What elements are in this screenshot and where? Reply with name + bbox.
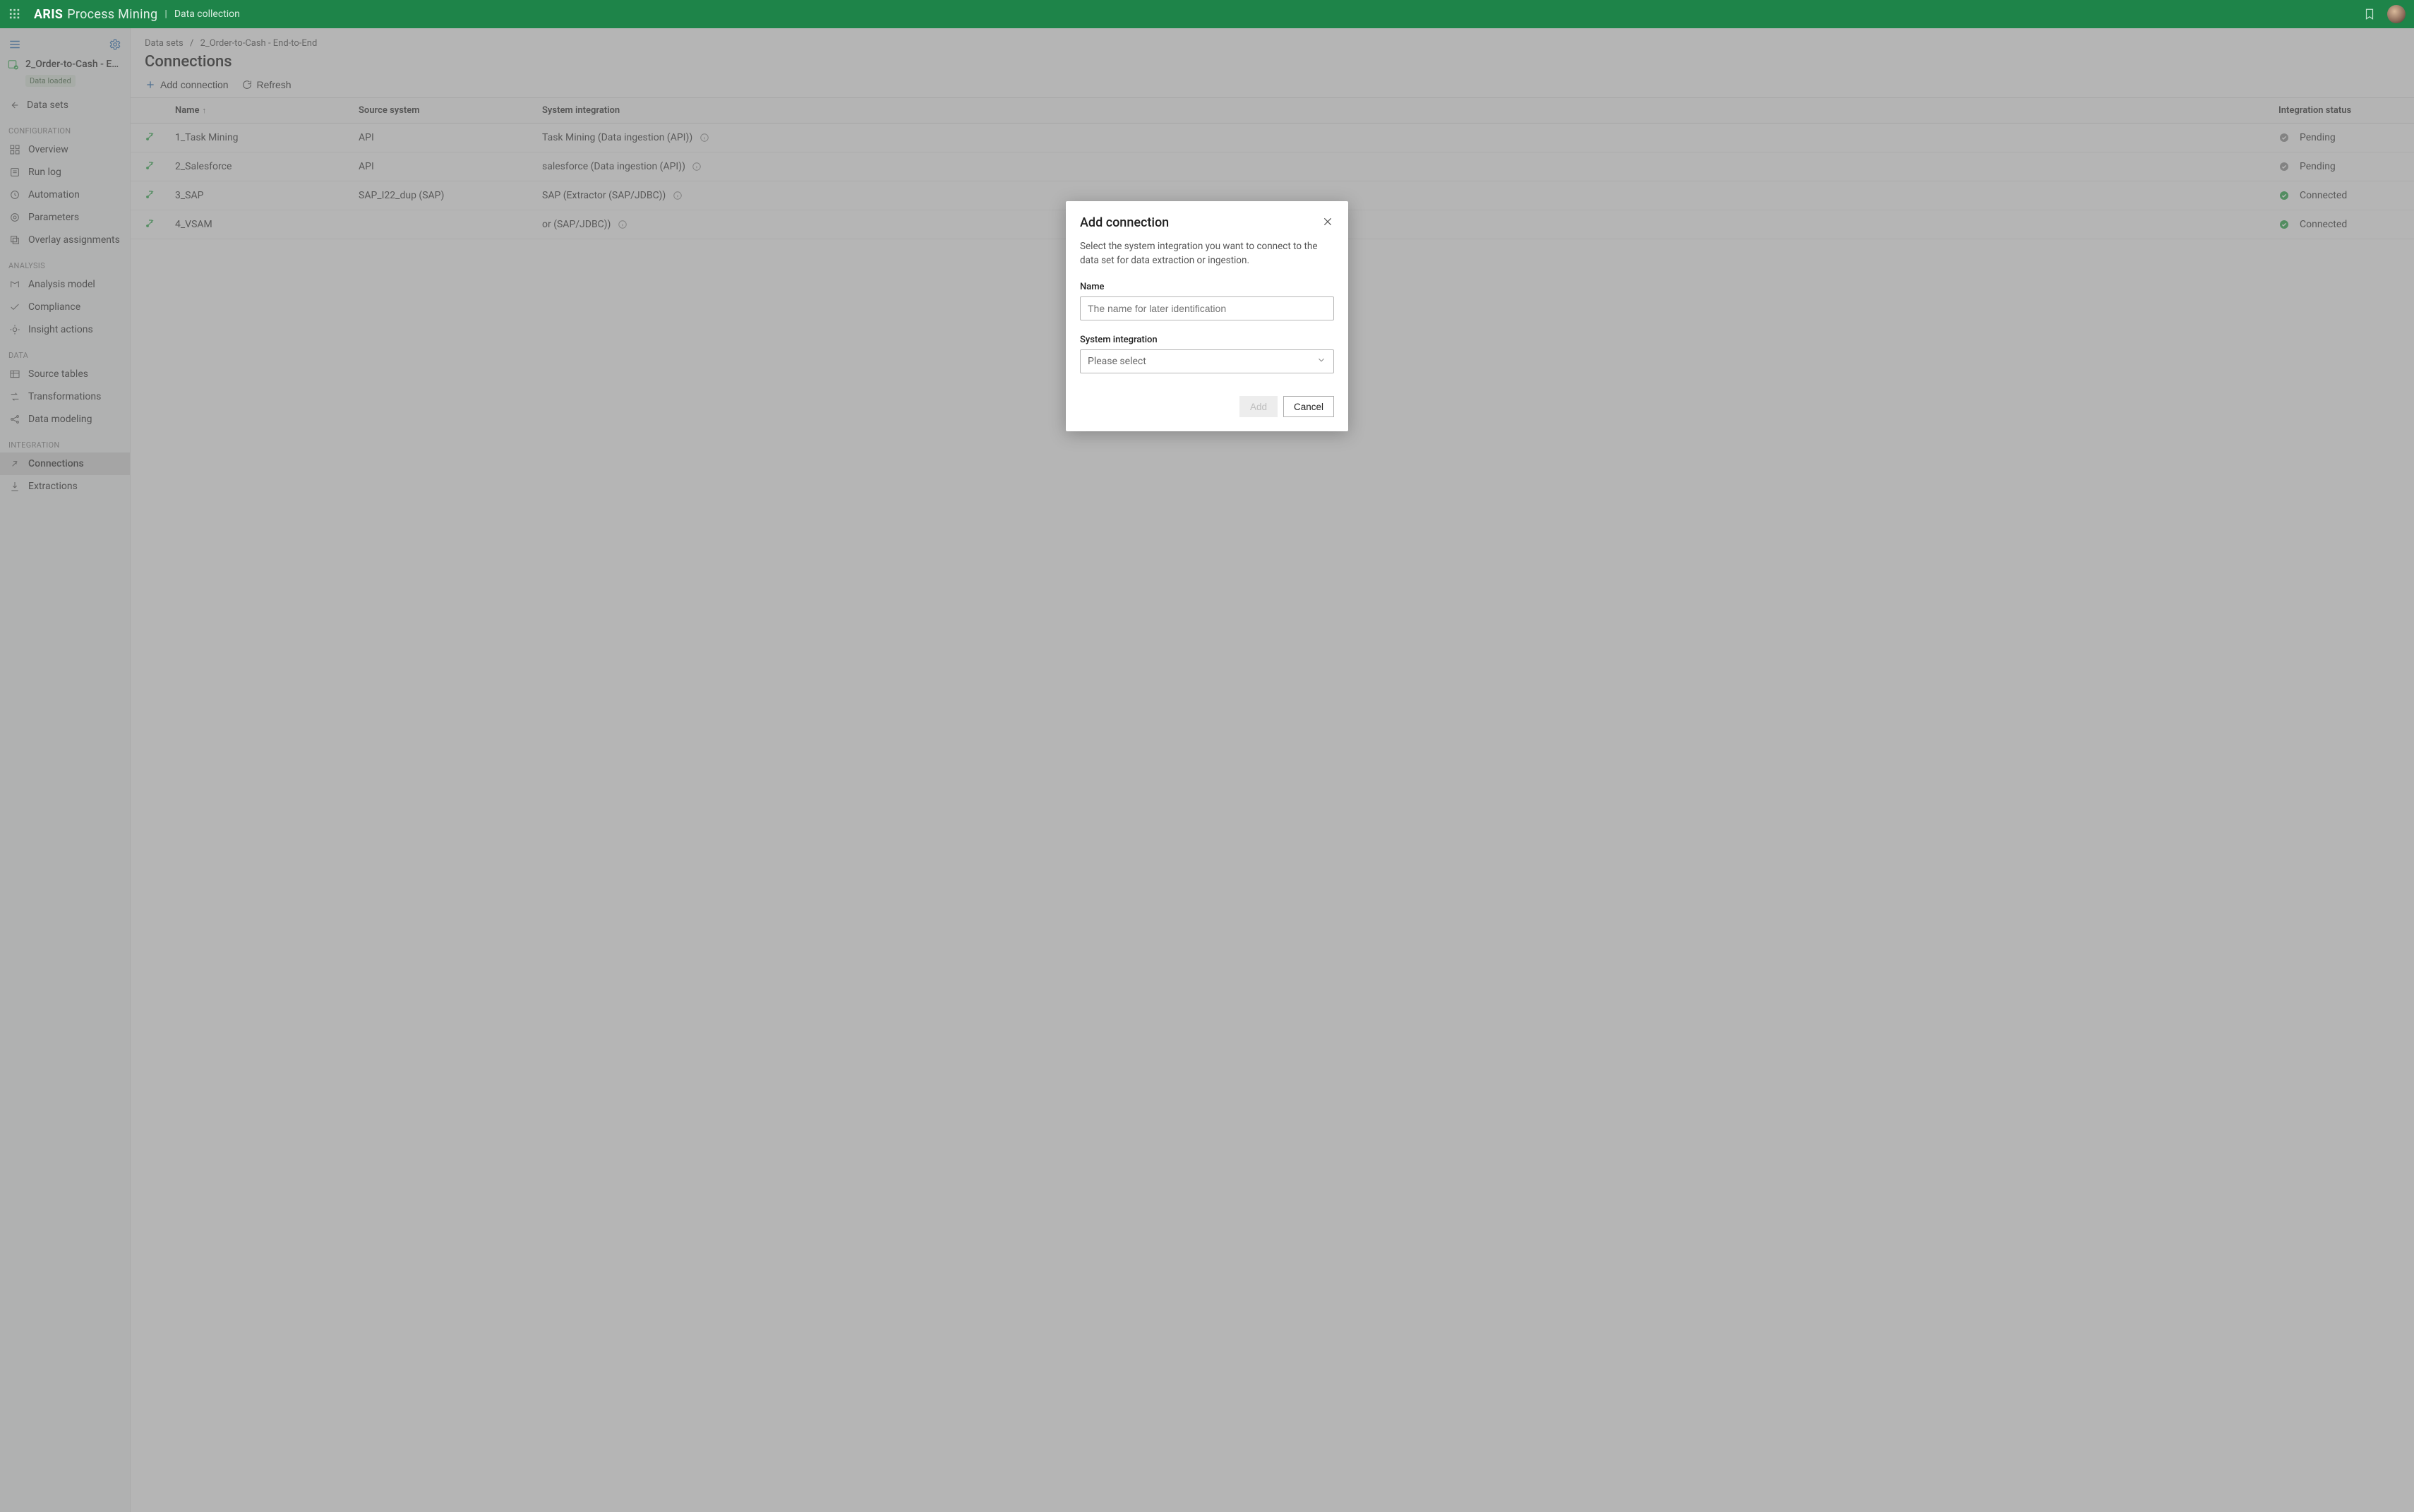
add-connection-dialog: Add connection Select the system integra… bbox=[1066, 201, 1348, 431]
product-brand: ARIS Process Mining bbox=[34, 7, 157, 22]
cancel-button[interactable]: Cancel bbox=[1283, 396, 1334, 417]
close-icon[interactable] bbox=[1321, 215, 1334, 228]
name-input[interactable] bbox=[1080, 296, 1334, 320]
brand-name-strong: ARIS bbox=[34, 7, 63, 22]
add-button: Add bbox=[1239, 396, 1278, 417]
select-placeholder: Please select bbox=[1088, 356, 1146, 367]
app-header: ARIS Process Mining | Data collection bbox=[0, 0, 2414, 28]
user-avatar[interactable] bbox=[2387, 5, 2406, 23]
apps-grid-icon[interactable] bbox=[8, 8, 21, 20]
header-area: Data collection bbox=[174, 8, 240, 20]
brand-name-light: Process Mining bbox=[67, 7, 157, 22]
name-field-label: Name bbox=[1080, 282, 1334, 292]
modal-scrim[interactable]: Add connection Select the system integra… bbox=[0, 28, 2414, 1512]
modal-title: Add connection bbox=[1080, 215, 1169, 230]
bookmark-icon[interactable] bbox=[2362, 6, 2377, 22]
system-integration-select[interactable]: Please select bbox=[1080, 349, 1334, 373]
chevron-down-icon bbox=[1316, 355, 1326, 368]
header-divider: | bbox=[164, 8, 167, 20]
system-integration-label: System integration bbox=[1080, 335, 1334, 345]
modal-description: Select the system integration you want t… bbox=[1080, 240, 1334, 268]
